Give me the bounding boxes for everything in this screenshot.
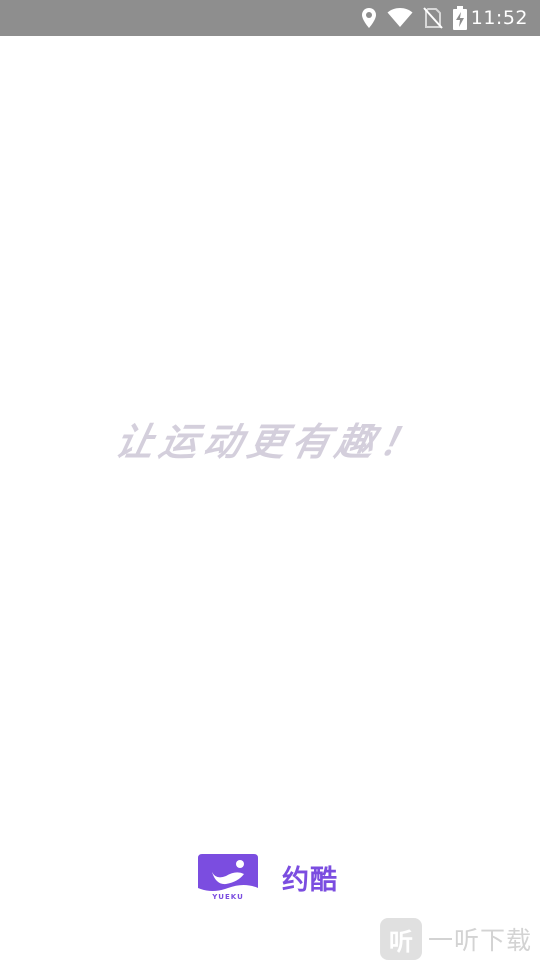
watermark-badge: 听 bbox=[380, 918, 422, 960]
splash-screen: 11:52 让运动更有趣！ YUEKU 约酷 听 一听下载 bbox=[0, 0, 540, 960]
logo-text: YUEKU bbox=[211, 893, 244, 901]
wifi-icon bbox=[387, 8, 413, 28]
brand: YUEKU 约酷 bbox=[194, 852, 338, 902]
watermark-text: 一听下载 bbox=[428, 926, 533, 955]
slogan: 让运动更有趣！ bbox=[111, 420, 429, 464]
status-bar: 11:52 bbox=[0, 0, 540, 36]
yueku-logo-icon: YUEKU bbox=[198, 854, 258, 901]
status-icons bbox=[361, 6, 467, 30]
no-sim-icon bbox=[422, 7, 443, 29]
watermark: 听 一听下载 bbox=[380, 918, 532, 960]
battery-charging-icon bbox=[452, 6, 467, 30]
status-time: 11:52 bbox=[470, 7, 528, 29]
app-name: 约酷 bbox=[282, 864, 338, 896]
location-icon bbox=[361, 7, 377, 29]
